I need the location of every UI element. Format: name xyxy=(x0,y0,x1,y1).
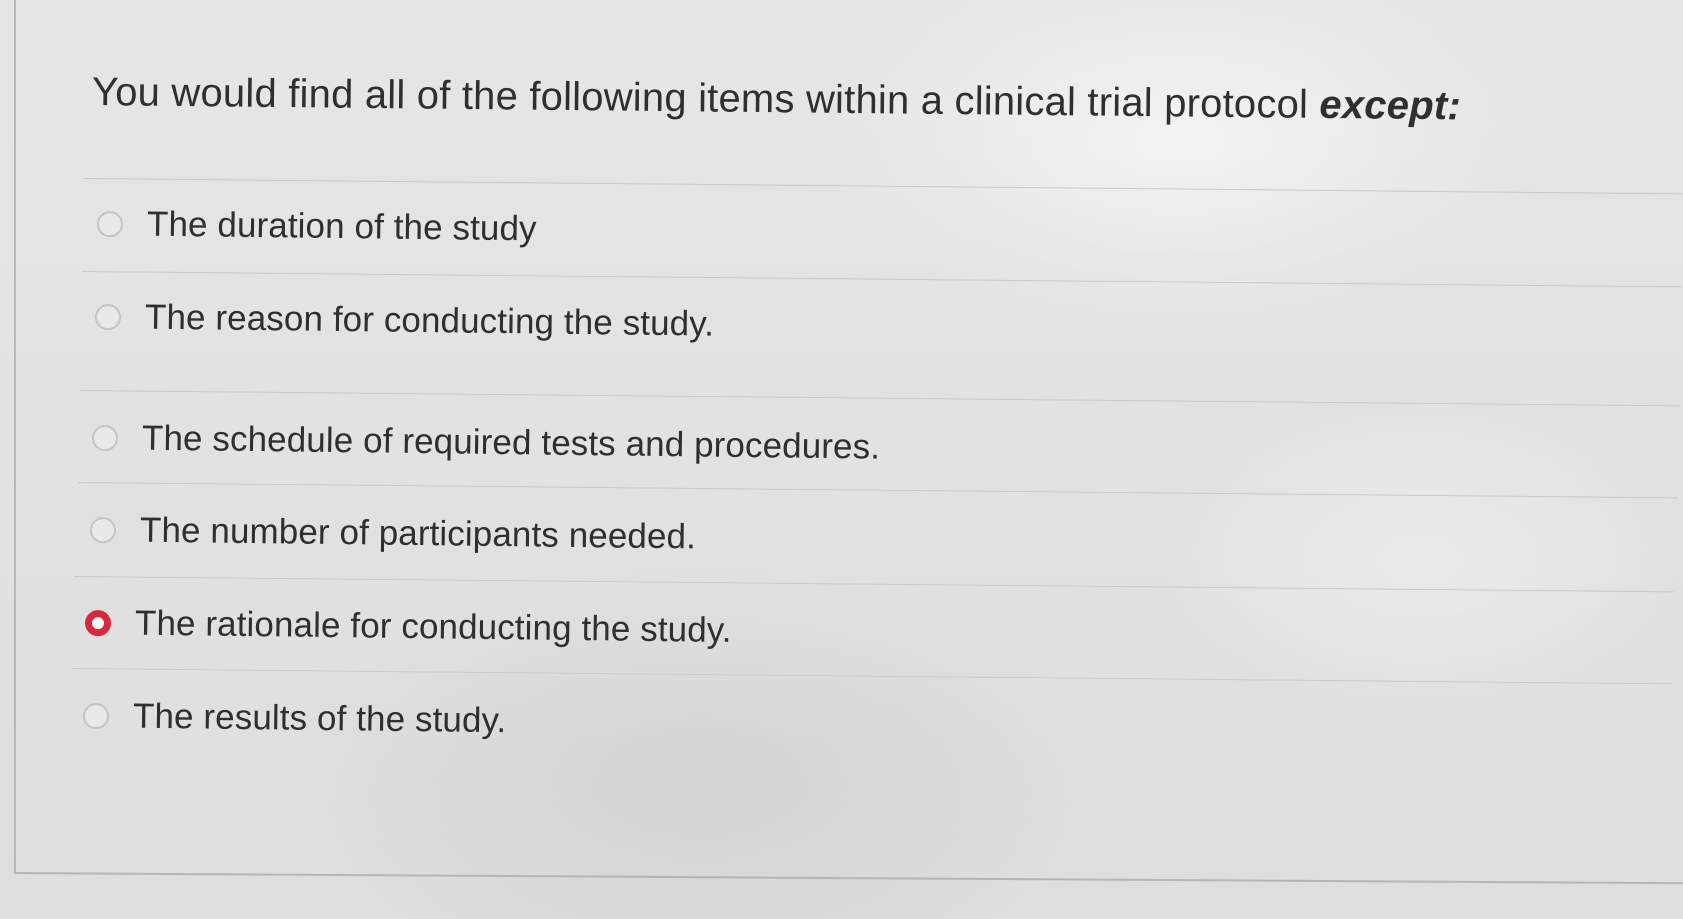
option-label: The rationale for conducting the study. xyxy=(134,603,732,650)
option-label: The duration of the study xyxy=(146,204,537,249)
question-emphasis: except: xyxy=(1319,82,1462,129)
radio-button[interactable] xyxy=(82,703,110,730)
option-label: The reason for conducting the study. xyxy=(144,297,715,344)
radio-button[interactable] xyxy=(91,425,119,452)
option-rationale[interactable]: The rationale for conducting the study. xyxy=(84,603,732,651)
radio-button-selected[interactable] xyxy=(84,610,112,637)
option-duration[interactable]: The duration of the study xyxy=(96,204,537,249)
radio-button[interactable] xyxy=(96,211,124,238)
option-reason[interactable]: The reason for conducting the study. xyxy=(94,297,715,345)
radio-button[interactable] xyxy=(94,304,122,331)
radio-button[interactable] xyxy=(89,517,117,544)
option-participants[interactable]: The number of participants needed. xyxy=(89,510,697,557)
option-results[interactable]: The results of the study. xyxy=(82,696,507,741)
option-label: The number of participants needed. xyxy=(139,510,697,557)
option-label: The results of the study. xyxy=(132,696,507,741)
